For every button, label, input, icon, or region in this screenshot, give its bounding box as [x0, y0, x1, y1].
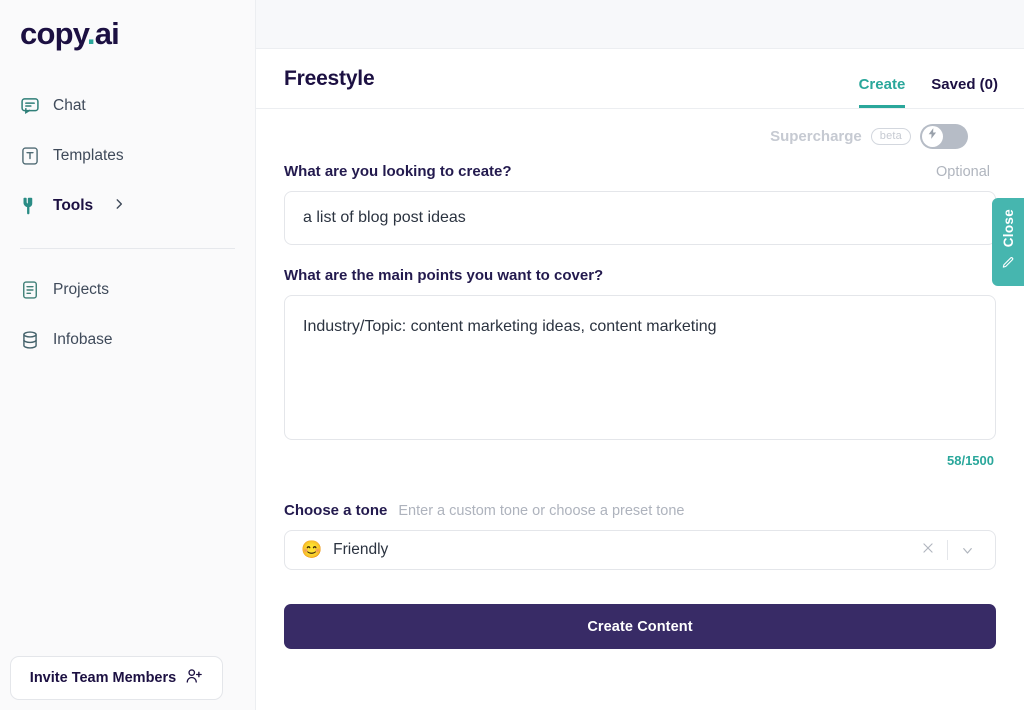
document-icon — [20, 280, 40, 300]
pencil-edit-icon — [1001, 256, 1015, 275]
template-icon — [20, 146, 40, 166]
card-body: Supercharge beta What are you looking to… — [256, 109, 1024, 649]
sidebar-item-label: Chat — [53, 97, 86, 114]
sidebar-item-tools[interactable]: Tools — [0, 189, 255, 223]
header-tabs: Create Saved (0) — [858, 49, 998, 108]
chevron-down-icon[interactable] — [948, 543, 987, 558]
tools-icon — [20, 196, 40, 216]
supercharge-row: Supercharge beta — [284, 109, 996, 163]
sidebar: copy.ai Chat Templates Tools Projects In… — [0, 0, 256, 710]
freestyle-card: Freestyle Create Saved (0) Supercharge b… — [256, 48, 1024, 710]
create-field-group: What are you looking to create? Optional — [284, 163, 996, 245]
chat-bubble-icon — [20, 96, 40, 116]
chevron-right-icon — [112, 197, 126, 216]
tone-label-row: Choose a tone Enter a custom tone or cho… — [284, 502, 996, 519]
create-input[interactable] — [284, 191, 996, 245]
points-textarea[interactable] — [284, 295, 996, 440]
supercharge-label: Supercharge — [770, 127, 862, 145]
lightning-bolt-icon — [926, 127, 939, 145]
sidebar-primary-nav: Chat Templates Tools — [0, 89, 255, 223]
close-side-tab[interactable]: Close — [992, 198, 1024, 286]
logo-main: copy — [20, 16, 88, 51]
app-root: copy.ai Chat Templates Tools Projects In… — [0, 0, 1024, 710]
points-field-label-row: What are the main points you want to cov… — [284, 267, 996, 284]
main-panel: Freestyle Create Saved (0) Supercharge b… — [256, 0, 1024, 710]
character-counter: 58/1500 — [947, 453, 994, 468]
tab-create[interactable]: Create — [858, 76, 906, 108]
beta-badge: beta — [870, 127, 911, 145]
tab-saved[interactable]: Saved (0) — [931, 76, 998, 108]
sidebar-item-label: Infobase — [53, 331, 113, 348]
app-logo[interactable]: copy.ai — [0, 0, 255, 49]
sidebar-item-templates[interactable]: Templates — [0, 139, 255, 173]
sidebar-item-label: Tools — [53, 197, 94, 214]
tone-field-hint: Enter a custom tone or choose a preset t… — [398, 503, 685, 519]
tone-emoji-icon: 😊 — [301, 540, 323, 559]
create-field-label-row: What are you looking to create? Optional — [284, 163, 996, 180]
logo-suffix: ai — [94, 16, 120, 51]
sidebar-item-label: Templates — [53, 147, 124, 164]
tone-field-group: Choose a tone Enter a custom tone or cho… — [284, 502, 996, 570]
page-title: Freestyle — [284, 66, 375, 90]
tone-select[interactable]: 😊 Friendly — [284, 530, 996, 570]
user-plus-icon — [185, 667, 203, 690]
supercharge-toggle[interactable] — [920, 123, 968, 149]
sidebar-divider — [20, 248, 235, 249]
card-header: Freestyle Create Saved (0) — [256, 49, 1024, 109]
invite-label: Invite Team Members — [29, 670, 177, 686]
toggle-knob — [922, 125, 943, 147]
logo-dot: . — [86, 16, 96, 51]
close-tab-label: Close — [1000, 209, 1016, 248]
sidebar-item-label: Projects — [53, 281, 109, 298]
points-field-group: What are the main points you want to cov… — [284, 267, 996, 468]
sidebar-item-chat[interactable]: Chat — [0, 89, 255, 123]
create-field-optional-note: Optional — [935, 164, 990, 180]
points-field-label: What are the main points you want to cov… — [284, 267, 604, 284]
tone-selected-value: Friendly — [333, 541, 389, 558]
sidebar-item-projects[interactable]: Projects — [0, 273, 255, 307]
create-content-button[interactable]: Create Content — [284, 604, 996, 649]
sidebar-secondary-nav: Projects Infobase — [0, 273, 255, 357]
close-x-icon[interactable] — [909, 541, 947, 559]
create-field-label: What are you looking to create? — [284, 163, 512, 180]
tone-field-label: Choose a tone — [284, 502, 388, 519]
database-icon — [20, 330, 40, 350]
invite-team-members-button[interactable]: Invite Team Members — [10, 656, 223, 700]
sidebar-item-infobase[interactable]: Infobase — [0, 323, 255, 357]
